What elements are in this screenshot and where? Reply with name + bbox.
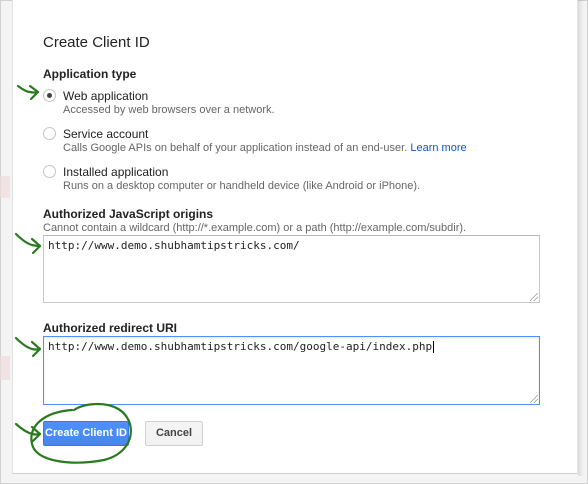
application-type-heading: Application type [43, 67, 137, 81]
background-page-hint [0, 176, 10, 198]
radio-installed-application[interactable] [43, 165, 56, 178]
background-page-hint [0, 356, 10, 380]
option-web-application-label[interactable]: Web application [63, 89, 148, 103]
resize-grip-icon[interactable] [530, 395, 538, 403]
learn-more-link[interactable]: Learn more [410, 142, 466, 154]
redirect-uri-textarea[interactable]: http://www.demo.shubhamtipstricks.com/go… [43, 336, 540, 405]
dialog-title: Create Client ID [43, 34, 150, 51]
service-account-description-text: Calls Google APIs on behalf of your appl… [63, 142, 408, 154]
dialog-shadow [578, 0, 584, 476]
option-installed-application-label[interactable]: Installed application [63, 165, 168, 179]
cancel-button[interactable]: Cancel [145, 421, 203, 446]
option-service-account-label[interactable]: Service account [63, 127, 148, 141]
option-web-application-description: Accessed by web browsers over a network. [63, 104, 275, 116]
resize-grip-icon[interactable] [530, 293, 538, 301]
redirect-uri-value: http://www.demo.shubhamtipstricks.com/go… [48, 340, 433, 353]
text-cursor [433, 341, 435, 353]
radio-web-application[interactable] [43, 89, 56, 102]
js-origins-textarea[interactable]: http://www.demo.shubhamtipstricks.com/ [43, 235, 540, 303]
option-installed-application-description: Runs on a desktop computer or handheld d… [63, 180, 421, 192]
create-client-id-button[interactable]: Create Client ID [43, 421, 129, 446]
js-origins-value: http://www.demo.shubhamtipstricks.com/ [48, 239, 300, 252]
js-origins-hint: Cannot contain a wildcard (http://*.exam… [43, 222, 467, 234]
option-service-account-description: Calls Google APIs on behalf of your appl… [63, 142, 467, 154]
js-origins-heading: Authorized JavaScript origins [43, 207, 214, 221]
redirect-uri-heading: Authorized redirect URI [43, 321, 178, 335]
radio-service-account[interactable] [43, 127, 56, 140]
